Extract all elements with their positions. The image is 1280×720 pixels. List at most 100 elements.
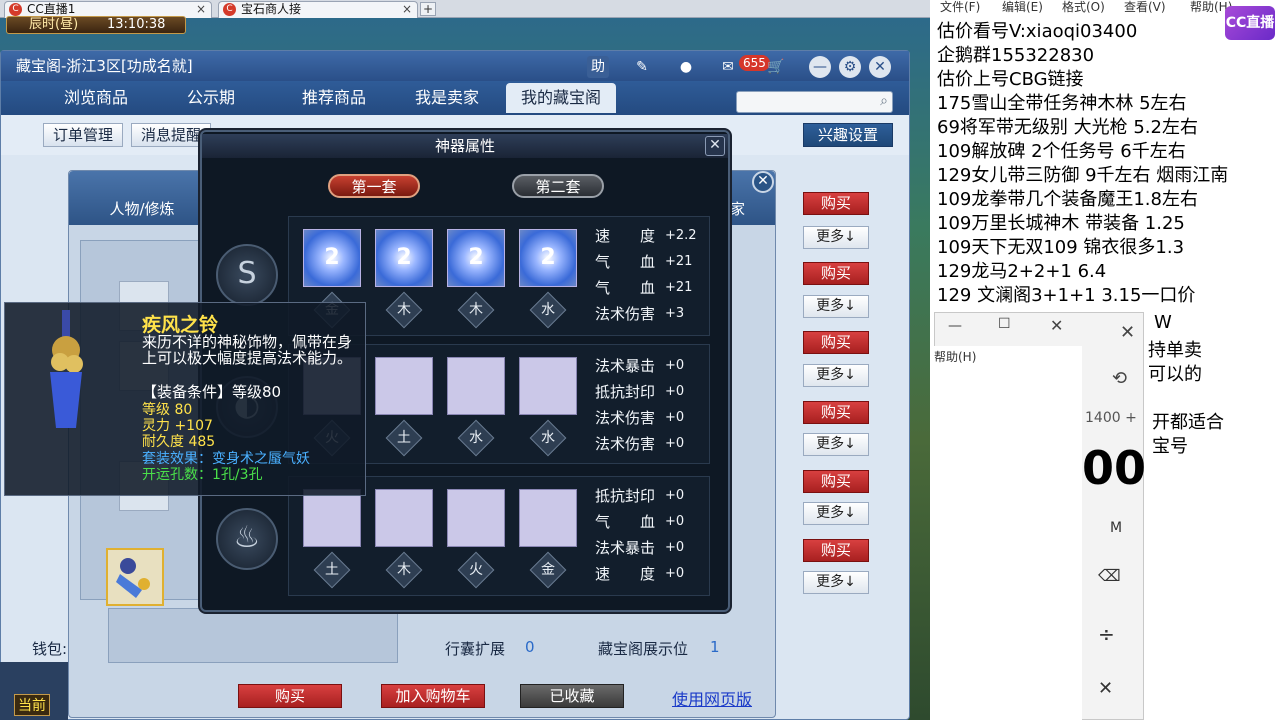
search-input[interactable]: ⌕ (736, 91, 893, 113)
menu-view[interactable]: 查看(V) (1124, 0, 1166, 14)
rune-flame-icon: ♨ (216, 508, 278, 570)
buy-button[interactable]: 购买 (803, 192, 869, 215)
message-reminder-button[interactable]: 消息提醒 (131, 123, 211, 147)
detail-close-icon[interactable]: ✕ (752, 171, 774, 193)
close-icon[interactable]: ✕ (869, 56, 891, 78)
gem-slot[interactable] (519, 357, 577, 415)
gem-slot[interactable] (519, 489, 577, 547)
gem-slot[interactable] (375, 357, 433, 415)
more-button[interactable]: 更多↓ (803, 364, 869, 387)
element-badge: 火 (457, 551, 495, 589)
interest-settings-button[interactable]: 兴趣设置 (803, 123, 893, 147)
tab-browse[interactable]: 浏览商品 (41, 83, 151, 113)
game-time-bar: 辰时(昼) 13:10:38 (6, 16, 186, 34)
buy-button[interactable]: 购买 (803, 331, 869, 354)
note-line: 129龙马2+2+1 6.4 (937, 261, 1107, 282)
tab-my-treasure[interactable]: 我的藏宝阁 (506, 83, 616, 113)
tab-recommend[interactable]: 推荐商品 (279, 83, 389, 113)
element-badge: 木 (457, 291, 495, 329)
web-version-link[interactable]: 使用网页版 (672, 686, 752, 710)
more-button[interactable]: 更多↓ (803, 433, 869, 456)
more-button[interactable]: 更多↓ (803, 226, 869, 249)
tab-character-cultivation[interactable]: 人物/修炼 (82, 192, 202, 226)
tooltip-holes: 开运孔数：1孔/3孔 (142, 467, 263, 483)
add-to-cart-button[interactable]: 加入购物车 (381, 684, 485, 708)
gem-slot[interactable] (447, 357, 505, 415)
edit-icon[interactable]: ✎ (631, 56, 653, 78)
buy-button[interactable]: 购买 (803, 401, 869, 424)
buy-button[interactable]: 购买 (803, 262, 869, 285)
stat-line: 速 度 +2.2 (595, 227, 697, 245)
nav-tabs: 浏览商品 公示期 推荐商品 我是卖家 我的藏宝阁 ⌕ (1, 81, 909, 115)
note-fragment: 开都适合 (1152, 412, 1224, 433)
new-tab-button[interactable]: + (420, 2, 436, 16)
gem-slot[interactable]: 2 (447, 229, 505, 287)
note-line: 109天下无双109 锦衣很多1.3 (937, 237, 1185, 258)
order-management-button[interactable]: 订单管理 (43, 123, 123, 147)
buy-button[interactable]: 购买 (803, 539, 869, 562)
element-badge: 土 (313, 551, 351, 589)
close-icon[interactable]: ✕ (1120, 322, 1135, 343)
help-icon[interactable]: 助 (587, 56, 609, 78)
record-icon[interactable]: ● (675, 56, 697, 78)
more-button[interactable]: 更多↓ (803, 502, 869, 525)
minimize-icon[interactable]: — (809, 56, 831, 78)
chat-icon[interactable]: ✉ (717, 56, 739, 78)
stat-line: 气 血 +21 (595, 253, 693, 271)
buy-button[interactable]: 购买 (803, 470, 869, 493)
backspace-icon[interactable]: ⌫ (1098, 566, 1121, 585)
collected-button[interactable]: 已收藏 (520, 684, 624, 708)
note-line: 129 文澜阁3+1+1 3.15一口价 (937, 285, 1196, 306)
tooltip-spirit: 灵力 +107 (142, 418, 213, 434)
element-badge: 木 (385, 291, 423, 329)
divide-button[interactable]: ÷ (1098, 622, 1115, 646)
set-one-button[interactable]: 第一套 (328, 174, 420, 198)
more-button[interactable]: 更多↓ (803, 571, 869, 594)
close-tab-icon[interactable]: × (402, 2, 412, 17)
stat-line: 法术暴击 +0 (595, 539, 685, 557)
multiply-button[interactable]: ✕ (1098, 678, 1113, 699)
menu-file[interactable]: 文件(F) (940, 0, 980, 14)
browser-tab-gem[interactable]: C 宝石商人接 × (218, 1, 418, 18)
tab-home[interactable]: 家 (730, 192, 770, 226)
gem-slot[interactable] (447, 489, 505, 547)
wind-bell-icon (50, 310, 83, 428)
menu-format[interactable]: 格式(O) (1062, 0, 1105, 14)
calculator-left-panel (934, 346, 1082, 720)
set-two-button[interactable]: 第二套 (512, 174, 604, 198)
memory-button[interactable]: M (1110, 520, 1122, 536)
menu-edit[interactable]: 编辑(E) (1002, 0, 1043, 14)
current-label[interactable]: 当前 (14, 694, 50, 716)
calc-maximize-icon[interactable]: ☐ (998, 316, 1011, 332)
settings-icon[interactable]: ⚙ (839, 56, 861, 78)
close-tab-icon[interactable]: × (196, 2, 206, 17)
element-badge: 土 (385, 419, 423, 457)
close-icon[interactable]: ✕ (705, 136, 725, 156)
calc-help-menu[interactable]: 帮助(H) (934, 348, 976, 365)
gem-slot[interactable]: 2 (303, 229, 361, 287)
element-badge: 金 (529, 551, 567, 589)
search-icon[interactable]: ⌕ (880, 93, 888, 109)
more-button[interactable]: 更多↓ (803, 295, 869, 318)
calc-display: 00 (1082, 441, 1147, 495)
calc-minimize-icon[interactable]: — (948, 318, 962, 334)
gem-slot[interactable] (303, 489, 361, 547)
tooltip-requirement: 【装备条件】等级80 (142, 383, 282, 401)
gem-slot[interactable] (375, 489, 433, 547)
tab-seller[interactable]: 我是卖家 (397, 83, 497, 113)
tab-title: 宝石商人接 (241, 2, 302, 16)
note-fragment: W (1154, 312, 1172, 333)
gem-slot[interactable]: 2 (519, 229, 577, 287)
buy-now-button[interactable]: 购买 (238, 684, 342, 708)
stat-line: 法术暴击 +0 (595, 357, 685, 375)
gem-slot[interactable]: 2 (375, 229, 433, 287)
tab-public[interactable]: 公示期 (161, 83, 261, 113)
cc-live-logo: CC直播 (1225, 6, 1275, 40)
calc-close-icon[interactable]: ✕ (1050, 316, 1063, 335)
note-line: 估价看号V:xiaoqi03400 (937, 21, 1138, 42)
history-icon[interactable]: ⟲ (1112, 368, 1127, 389)
note-line: 175雪山全带任务神木林 5左右 (937, 93, 1187, 114)
cart-icon[interactable]: 🛒 (765, 56, 787, 78)
notepad-menu: 文件(F) 编辑(E) 格式(O) 查看(V) 帮助(H) (940, 0, 1240, 16)
selected-accessory-slot[interactable] (106, 548, 164, 606)
